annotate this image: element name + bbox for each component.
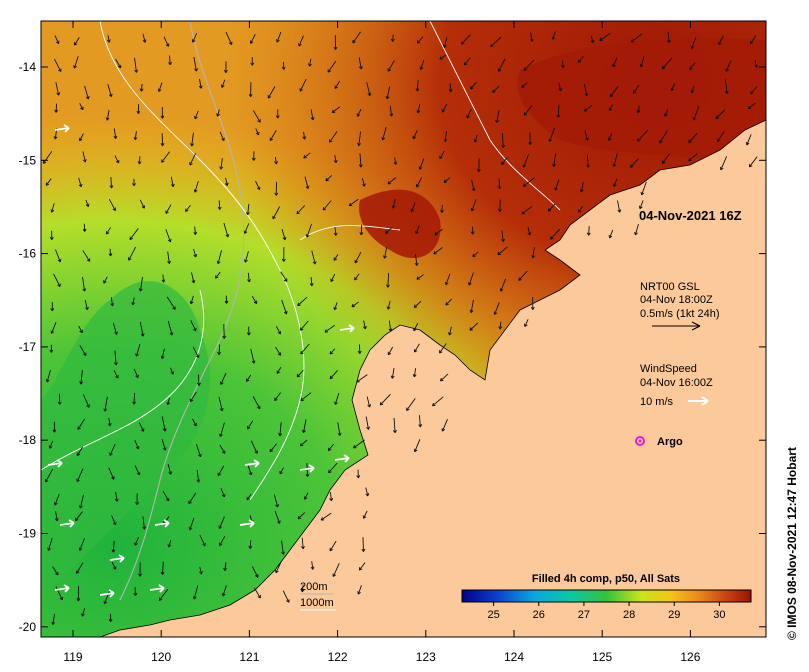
lon-tick-label: 123 [416,650,436,664]
contour-1000m-label: 1000m [300,597,334,609]
current-arrow [362,537,364,552]
lat-tick-label: -16 [19,247,37,261]
lat-tick-label: -20 [19,620,37,634]
map-time-title: 04-Nov-2021 16Z [639,208,742,223]
imos-credit: © IMOS 08-Nov-2021 12:47 Hobart [785,447,799,640]
wind-legend-title: WindSpeed [640,363,697,375]
lon-tick-label: 121 [239,650,259,664]
colorbar-title: Filled 4h comp, p50, All Sats [532,573,680,585]
lat-tick-label: -14 [19,60,37,74]
sst-map: -14 -15 -16 -17 -18 -19 -20 119 120 121 122 123 124… [19,20,799,664]
current-legend-time: 04-Nov 18:00Z [640,294,713,306]
colorbar [461,589,752,603]
lon-tick-label: 120 [151,650,171,664]
wind-legend-scale: 10 m/s [640,396,674,408]
colorbar-tick-label: 25 [487,609,499,621]
contour-200m-label: 200m [300,581,328,593]
colorbar-tick-label: 26 [533,609,545,621]
lat-tick-label: -17 [19,340,37,354]
colorbar-tick-label: 28 [623,609,635,621]
lat-tick-label: -18 [19,433,37,447]
argo-label: Argo [657,436,683,448]
lon-tick-label: 122 [328,650,348,664]
current-legend-title: NRT00 GSL [640,281,700,293]
wind-legend-time: 04-Nov 16:00Z [640,377,713,389]
lon-tick-label: 124 [504,650,524,664]
lat-tick-label: -15 [19,153,37,167]
current-legend-scale: 0.5m/s (1kt 24h) [640,308,719,320]
colorbar-tick-label: 30 [713,609,725,621]
colorbar-tick-label: 27 [578,609,590,621]
lon-tick-label: 119 [63,650,82,664]
lat-tick-label: -19 [19,527,37,541]
current-arrow [133,393,136,405]
colorbar-tick-label: 29 [668,609,680,621]
lon-tick-label: 125 [592,650,612,664]
lon-tick-label: 126 [680,650,700,664]
